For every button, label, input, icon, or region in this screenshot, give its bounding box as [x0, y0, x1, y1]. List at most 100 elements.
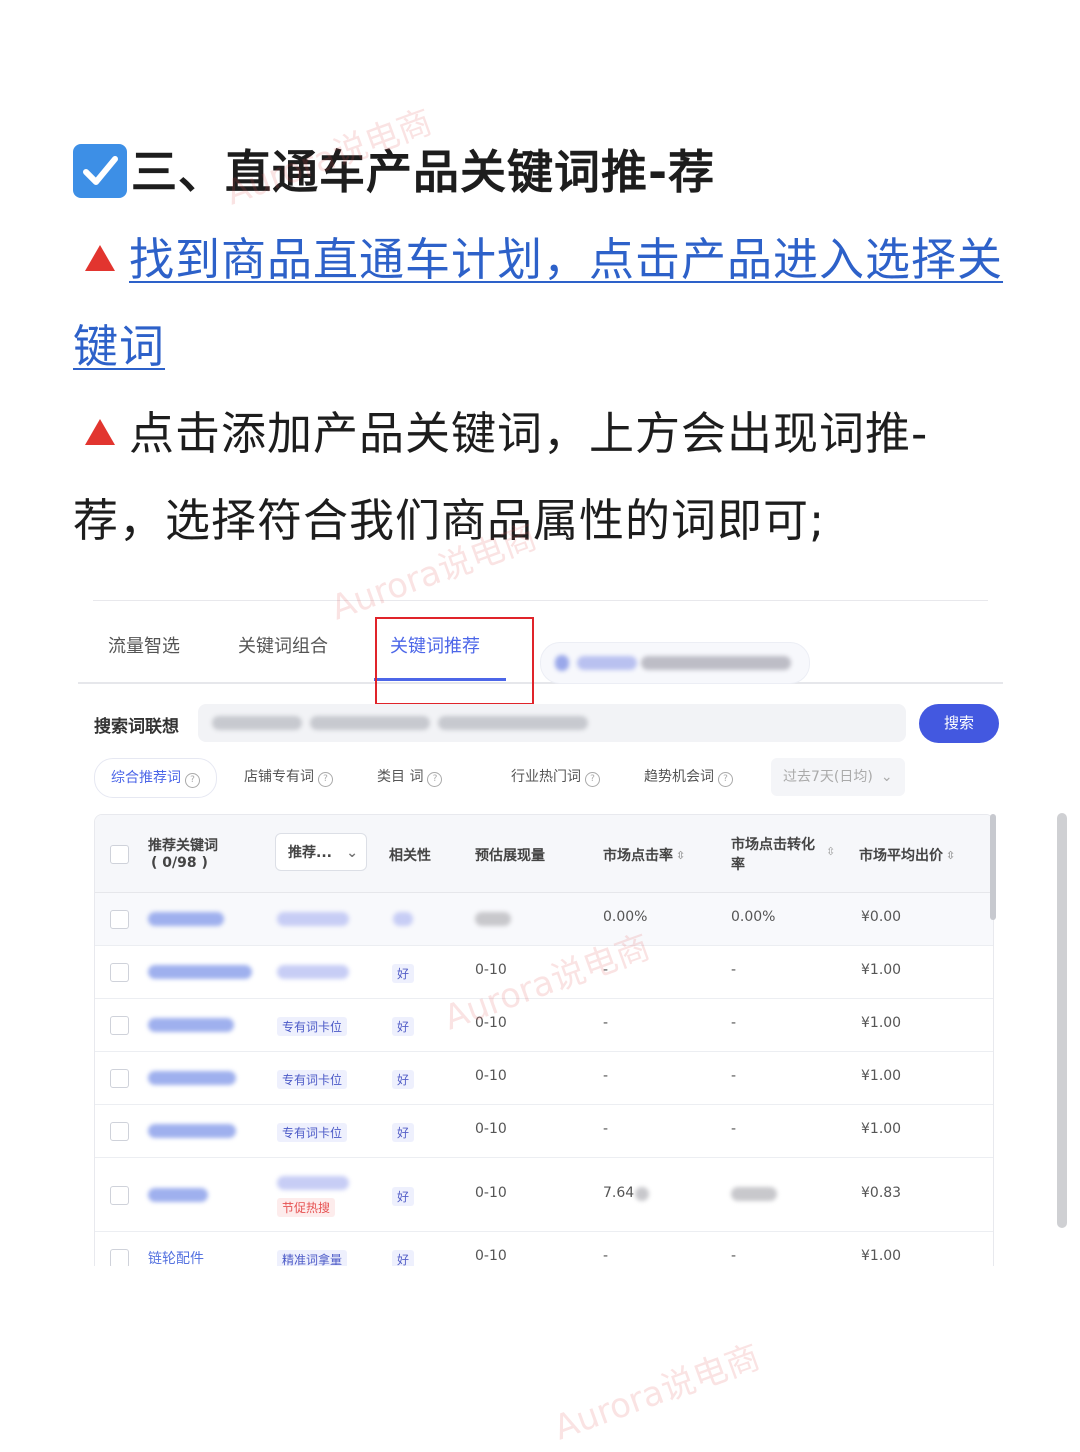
- table-header: 推荐关键词 ( 0/98 ) 推荐... ⌄ 相关性 预估展现量 市场点击率 ⇳ 市…: [95, 815, 993, 893]
- cell-relevance: 好: [392, 1250, 415, 1266]
- search-suggest-label: 搜索词联想: [94, 717, 179, 737]
- cell-impressions: 0-10: [475, 1248, 507, 1264]
- cell-bid: ¥0.83: [861, 1185, 902, 1201]
- cell-cvr: -: [731, 1068, 737, 1084]
- cell-relevance: 好: [392, 1070, 415, 1089]
- watermark: Aurora说电商: [548, 1337, 766, 1449]
- red-triangle-icon: [85, 419, 115, 445]
- chevron-down-icon: ⌄: [346, 845, 358, 861]
- cell-bid: ¥0.00: [861, 909, 902, 925]
- chip-industry-hot[interactable]: 行业热门词?: [495, 758, 616, 796]
- article: 三、直通车产品关键词推-荐 找到商品直通车计划，点击产品进入选择关键词 点击添加…: [73, 128, 1013, 564]
- cell-bid: ¥1.00: [861, 1068, 902, 1084]
- cell-ctr: -: [603, 962, 609, 978]
- help-icon: ?: [427, 772, 443, 787]
- cell-impressions: 0-10: [475, 1068, 507, 1084]
- cell-cvr: -: [731, 962, 737, 978]
- cell-relevance: 好: [392, 964, 415, 983]
- help-icon: ?: [585, 772, 600, 787]
- chip-category[interactable]: 类目 词?: [361, 758, 458, 796]
- cell-bid: ¥1.00: [861, 962, 902, 978]
- cell-tag: 专有词卡位: [277, 1070, 348, 1089]
- keyword-recommend-screenshot: 流量智选 关键词组合 关键词推荐 搜索词联想 搜索 综合推荐词? 店铺专有词? …: [78, 600, 1003, 1266]
- help-icon: ?: [185, 773, 200, 788]
- cell-relevance: 好: [392, 1123, 415, 1142]
- highlight-box: [375, 617, 534, 705]
- step-1-link[interactable]: 找到商品直通车计划，点击产品进入选择关键词: [73, 233, 1003, 373]
- cell-ctr: 7.64: [603, 1185, 635, 1201]
- select-all-checkbox[interactable]: [110, 845, 129, 864]
- cell-impressions: 0-10: [475, 1015, 507, 1031]
- cell-relevance: 好: [392, 1187, 415, 1206]
- tab-bar: 流量智选 关键词组合 关键词推荐: [78, 620, 1003, 684]
- cell-cvr: -: [731, 1121, 737, 1137]
- cell-ctr: -: [603, 1121, 609, 1137]
- heading-text: 三、直通车产品关键词推-荐: [131, 145, 716, 199]
- tab-traffic-select[interactable]: 流量智选: [108, 632, 180, 658]
- row-checkbox[interactable]: [110, 1016, 129, 1035]
- row-checkbox[interactable]: [110, 1122, 129, 1141]
- sort-icon[interactable]: ⇳: [826, 845, 835, 858]
- header-impressions: 预估展现量: [475, 848, 545, 864]
- help-icon: ?: [318, 772, 333, 787]
- table-scrollbar[interactable]: [990, 814, 996, 920]
- table-row: 0.00% 0.00% ¥0.00: [95, 893, 993, 946]
- step-1: 找到商品直通车计划，点击产品进入选择关键词: [73, 216, 1013, 390]
- row-checkbox[interactable]: [110, 1069, 129, 1088]
- search-button[interactable]: 搜索: [919, 704, 999, 743]
- cell-tag: 专有词卡位: [277, 1123, 348, 1142]
- chip-trend-opportunity[interactable]: 趋势机会词?: [628, 758, 749, 796]
- sort-icon: ⇳: [946, 849, 956, 862]
- chip-shop-exclusive[interactable]: 店铺专有词?: [228, 758, 349, 796]
- sort-icon: ⇳: [676, 849, 686, 862]
- page-scrollbar[interactable]: [1057, 813, 1067, 1228]
- row-checkbox[interactable]: [110, 1186, 129, 1205]
- product-pill[interactable]: [540, 642, 810, 684]
- chevron-down-icon: ⌄: [880, 769, 893, 785]
- table-row: 节促热搜 好 0-10 7.64 ¥0.83: [95, 1158, 993, 1232]
- cell-cvr: -: [731, 1248, 737, 1264]
- step-2-text: 点击添加产品关键词，上方会出现词推-荐，选择符合我们商品属性的词即可;: [73, 407, 929, 547]
- table-row: 专有词卡位 好 0-10 - - ¥1.00: [95, 999, 993, 1052]
- row-checkbox[interactable]: [110, 910, 129, 929]
- cell-tag: 精准词拿量: [277, 1250, 348, 1266]
- table-row: 链轮配件 精准词拿量 好 0-10 - - ¥1.00: [95, 1232, 993, 1266]
- divider: [93, 600, 988, 601]
- cell-keyword[interactable]: 链轮配件: [148, 1248, 204, 1266]
- header-keyword-count: ( 0/98 ): [151, 855, 208, 871]
- cell-cvr: 0.00%: [731, 909, 776, 925]
- row-checkbox[interactable]: [110, 1249, 129, 1266]
- cell-bid: ¥1.00: [861, 1248, 902, 1264]
- chip-comprehensive[interactable]: 综合推荐词?: [94, 758, 217, 798]
- header-cvr: 市场点击转化率: [731, 837, 815, 873]
- cell-tag-hot: 节促热搜: [277, 1198, 336, 1217]
- cell-bid: ¥1.00: [861, 1121, 902, 1137]
- cell-ctr: 0.00%: [603, 909, 648, 925]
- recommend-filter-select[interactable]: 推荐... ⌄: [275, 833, 367, 871]
- table-row: 好 0-10 - - ¥1.00: [95, 946, 993, 999]
- tab-keyword-combo[interactable]: 关键词组合: [238, 632, 328, 658]
- cell-tag: 专有词卡位: [277, 1017, 348, 1036]
- checkmark-icon: [73, 144, 127, 198]
- cell-cvr: -: [731, 1015, 737, 1031]
- header-keyword: 推荐关键词: [148, 838, 218, 854]
- step-2: 点击添加产品关键词，上方会出现词推-荐，选择符合我们商品属性的词即可;: [73, 390, 1013, 564]
- cell-ctr: -: [603, 1248, 609, 1264]
- header-relevance: 相关性: [389, 848, 431, 864]
- red-triangle-icon: [85, 245, 115, 271]
- cell-impressions: 0-10: [475, 1121, 507, 1137]
- date-range-select[interactable]: 过去7天(日均) ⌄: [771, 758, 905, 796]
- cell-bid: ¥1.00: [861, 1015, 902, 1031]
- help-icon: ?: [718, 772, 733, 787]
- keyword-table: 推荐关键词 ( 0/98 ) 推荐... ⌄ 相关性 预估展现量 市场点击率 ⇳ 市…: [94, 814, 994, 1266]
- row-checkbox[interactable]: [110, 963, 129, 982]
- table-row: 专有词卡位 好 0-10 - - ¥1.00: [95, 1052, 993, 1105]
- header-ctr[interactable]: 市场点击率 ⇳: [603, 845, 685, 865]
- cell-relevance: 好: [392, 1017, 415, 1036]
- cell-ctr: -: [603, 1068, 609, 1084]
- cell-impressions: 0-10: [475, 1185, 507, 1201]
- section-heading: 三、直通车产品关键词推-荐: [73, 128, 1013, 216]
- header-avg-bid[interactable]: 市场平均出价 ⇳: [859, 845, 955, 865]
- table-row: 专有词卡位 好 0-10 - - ¥1.00: [95, 1105, 993, 1158]
- cell-ctr: -: [603, 1015, 609, 1031]
